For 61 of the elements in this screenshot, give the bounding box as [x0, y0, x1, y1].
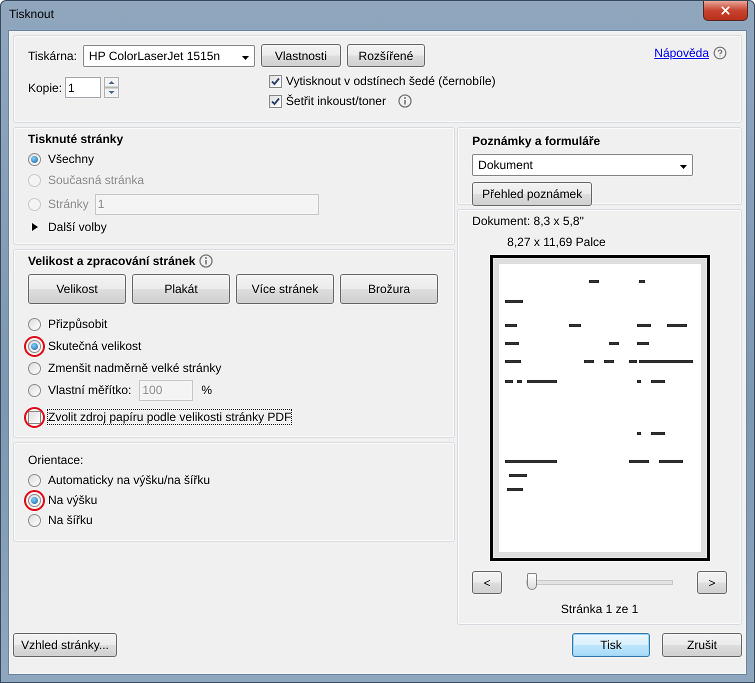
- panel-title: Velikost a zpracování stránek: [28, 254, 196, 268]
- help-icon: [713, 46, 727, 60]
- paper-size-label: 8,27 x 11,69 Palce: [506, 235, 607, 249]
- info-icon: [199, 254, 214, 268]
- checkbox[interactable]: [28, 410, 41, 424]
- printer-select[interactable]: HP ColorLaserJet 1515n: [82, 44, 255, 66]
- option-label: Zvolit zdroj papíru podle velikosti stránky PDF: [48, 410, 292, 424]
- slider-thumb[interactable]: [527, 573, 538, 590]
- copies-field[interactable]: 1: [65, 77, 102, 98]
- checkbox[interactable]: [268, 94, 282, 108]
- document-size-label: Dokument: 8,3 x 5,8": [471, 214, 585, 228]
- option-label: Na šířku: [48, 513, 93, 527]
- radio-button[interactable]: [28, 494, 41, 506]
- radio-button[interactable]: [28, 514, 41, 526]
- spinner-arrows-icon[interactable]: [104, 77, 120, 98]
- radio-button[interactable]: [28, 384, 41, 396]
- more-options-toggle[interactable]: Další volby: [48, 220, 107, 234]
- panel-title: Orientace:: [28, 453, 84, 467]
- previous-page-button[interactable]: <: [472, 571, 502, 594]
- mode-button[interactable]: Velikost: [28, 274, 126, 304]
- summarize-button[interactable]: Přehled poznámek: [472, 182, 592, 206]
- close-icon: [719, 4, 732, 17]
- option-label: Stránky: [48, 197, 89, 211]
- window-title: Tisknout: [9, 7, 54, 21]
- unit-label: %: [201, 383, 212, 397]
- dropdown-arrow-icon: [242, 56, 249, 60]
- radio-button[interactable]: [28, 362, 41, 374]
- option-label: Současná stránka: [48, 173, 144, 187]
- printer-button[interactable]: Vlastnosti: [260, 44, 341, 67]
- panel-title: Tisknuté stránky: [28, 132, 124, 146]
- panel-title: Poznámky a formuláře: [472, 134, 602, 148]
- comments-select[interactable]: Dokument: [472, 154, 694, 176]
- radio-button[interactable]: [28, 152, 41, 166]
- option-label: Automaticky na výšku/na šířku: [48, 473, 210, 487]
- radio-button[interactable]: [28, 474, 41, 486]
- page-setup-button[interactable]: Vzhled stránky...: [13, 633, 117, 657]
- option-label: Zmenšit nadměrně velké stránky: [48, 361, 222, 375]
- radio-button[interactable]: [28, 340, 41, 352]
- mode-button[interactable]: Více stránek: [236, 274, 334, 304]
- option-label: Všechny: [48, 152, 94, 166]
- expand-arrow-icon: [32, 223, 38, 231]
- page-counter: Stránka 1 ze 1: [560, 602, 638, 616]
- option-label: Vytisknout v odstínech šedé (černobíle): [286, 74, 496, 88]
- help-link[interactable]: Nápověda: [654, 46, 709, 60]
- printer-label: Tiskárna:: [28, 48, 77, 62]
- option-label: Šetřit inkoust/toner: [286, 94, 386, 108]
- option-label: Na výšku: [48, 493, 98, 507]
- option-label: Přizpůsobit: [48, 317, 108, 331]
- printer-button[interactable]: Rozšířené: [346, 44, 425, 67]
- radio-button[interactable]: [28, 318, 41, 330]
- dropdown-arrow-icon: [680, 165, 688, 169]
- mode-button[interactable]: Plakát: [132, 274, 230, 304]
- close-button[interactable]: [703, 1, 748, 21]
- option-label: Skutečná velikost: [48, 339, 142, 353]
- mode-button[interactable]: Brožura: [340, 274, 438, 304]
- print-button[interactable]: Tisk: [572, 633, 650, 657]
- option-label: Vlastní měřítko:: [48, 383, 132, 397]
- cancel-button[interactable]: Zrušit: [662, 633, 742, 657]
- next-page-button[interactable]: >: [696, 571, 727, 594]
- checkbox[interactable]: [268, 74, 282, 88]
- copies-label: Kopie:: [28, 80, 62, 94]
